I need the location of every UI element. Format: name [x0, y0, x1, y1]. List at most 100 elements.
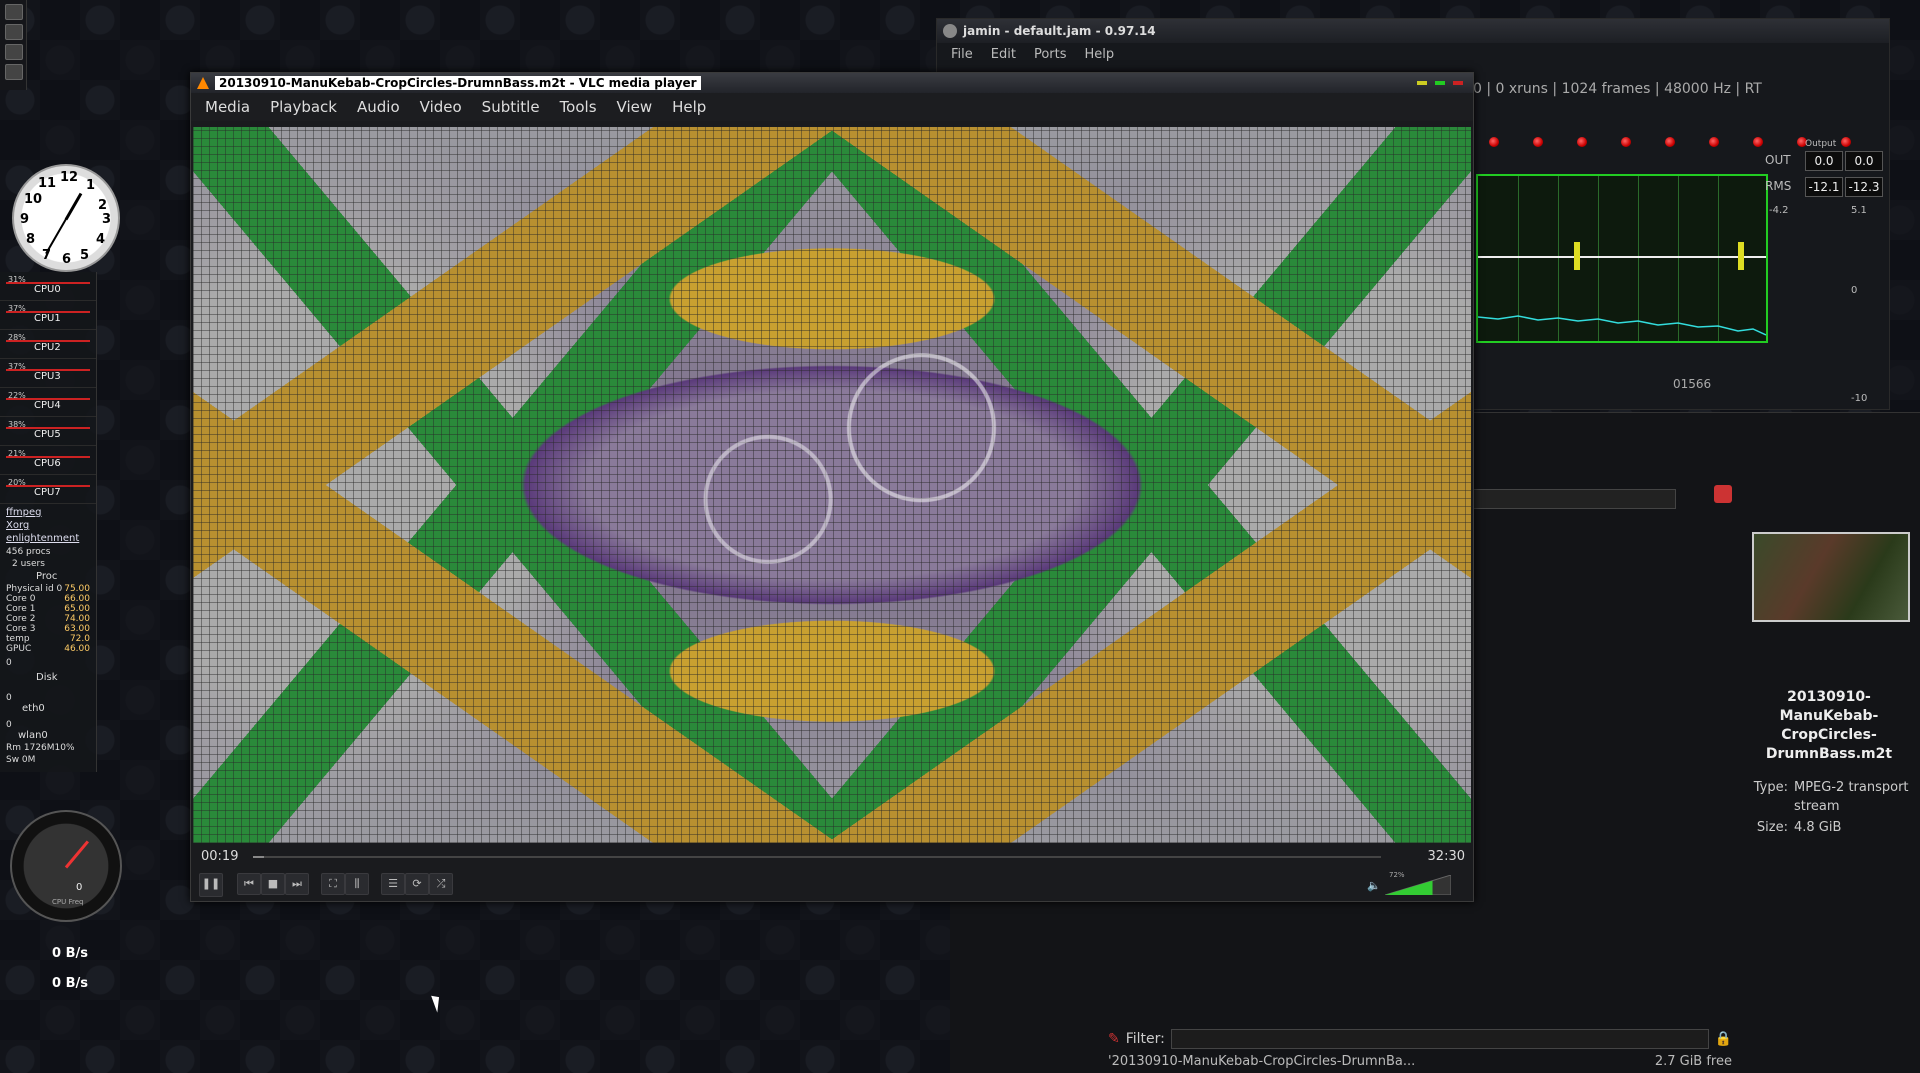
menu-audio[interactable]: Audio — [357, 98, 400, 116]
cpu-row: 37% CPU1 — [0, 301, 96, 330]
clock-number: 12 — [60, 170, 79, 185]
system-monitor: 31% CPU0 37% CPU1 28% CPU2 37% CPU3 22% CPU4 38% CP… — [0, 272, 97, 772]
search-input[interactable] — [1470, 489, 1676, 509]
cpu-label: CPU4 — [34, 400, 61, 411]
seek-track[interactable] — [253, 856, 1381, 858]
menu-media[interactable]: Media — [205, 98, 250, 116]
users-count: 2 users — [12, 559, 45, 569]
file-name: 20130910- ManuKebab- CropCircles- DrumnB… — [1752, 688, 1906, 764]
cpu-row: 38% CPU5 — [0, 417, 96, 446]
out-left-value: 0.0 — [1805, 151, 1843, 171]
file-name-line: CropCircles- — [1781, 727, 1877, 743]
band-led[interactable] — [1621, 137, 1631, 147]
menu-ports[interactable]: Ports — [1034, 47, 1067, 62]
launcher-icon[interactable] — [5, 24, 23, 40]
sensor-value: 75.00 — [64, 584, 90, 594]
clear-icon[interactable] — [1714, 485, 1732, 503]
video-frame[interactable] — [193, 127, 1471, 843]
process-item: ffmpeg — [6, 507, 42, 518]
filter-input[interactable] — [1170, 1029, 1709, 1049]
hour-hand — [64, 192, 83, 221]
size-label: Size: — [1756, 820, 1788, 835]
pause-button[interactable]: ❚❚ — [199, 873, 223, 897]
playback-controls: ❚❚ ⏮ ■ ⏭ ⛶ ⫼ ☰ ⟳ ⤮ 🔈 72% — [191, 869, 1473, 899]
cpu-freq-gauge: 0 CPU Freq — [10, 810, 122, 922]
cpu-row: 20% CPU7 — [0, 475, 96, 504]
previous-button[interactable]: ⏮ — [237, 873, 261, 895]
band-led[interactable] — [1709, 137, 1719, 147]
next-button[interactable]: ⏭ — [285, 873, 309, 895]
loop-button[interactable]: ⟳ — [405, 873, 429, 895]
file-name-line: ManuKebab- — [1779, 708, 1879, 724]
menu-help[interactable]: Help — [672, 98, 706, 116]
filter-bar: ✎ Filter: 🔒 — [1108, 1028, 1732, 1050]
extended-settings-button[interactable]: ⫼ — [345, 873, 369, 895]
minimize-button[interactable] — [1417, 81, 1427, 85]
speaker-icon[interactable]: 🔈 — [1367, 879, 1381, 892]
temperature-row: Core 0 66.00 — [0, 594, 96, 604]
seek-bar[interactable]: 00:19 32:30 — [191, 847, 1473, 865]
status-file: '20130910-ManuKebab-CropCircles-DrumnBa.… — [1108, 1054, 1416, 1069]
temperature-row: GPUC 46.00 — [0, 644, 96, 654]
playlist-button[interactable]: ☰ — [381, 873, 405, 895]
shuffle-button[interactable]: ⤮ — [429, 873, 453, 895]
cpu-label: CPU0 — [34, 284, 61, 295]
temperature-row: Core 3 63.00 — [0, 624, 96, 634]
temperature-row: Physical id 0 75.00 — [0, 584, 96, 594]
clock-number: 1 — [86, 178, 96, 193]
vlc-titlebar[interactable]: 20130910-ManuKebab-CropCircles-DrumnBass… — [191, 73, 1473, 93]
launcher-icon[interactable] — [5, 4, 23, 20]
menu-file[interactable]: File — [951, 47, 973, 62]
cpu-row: 37% CPU3 — [0, 359, 96, 388]
cpu-row: 28% CPU2 — [0, 330, 96, 359]
menu-subtitle[interactable]: Subtitle — [482, 98, 540, 116]
jamin-titlebar[interactable]: jamin - default.jam - 0.97.14 — [937, 19, 1889, 43]
clock-number: 5 — [80, 248, 90, 263]
band-led[interactable] — [1753, 137, 1763, 147]
menu-help[interactable]: Help — [1085, 47, 1115, 62]
volume-slider[interactable] — [1385, 875, 1451, 895]
sensor-value: 72.0 — [69, 634, 90, 644]
sensor-value: 46.00 — [64, 644, 90, 654]
status-bar: '20130910-ManuKebab-CropCircles-DrumnBa.… — [1108, 1054, 1732, 1069]
band-led[interactable] — [1577, 137, 1587, 147]
menu-view[interactable]: View — [617, 98, 653, 116]
close-button[interactable] — [1453, 81, 1463, 85]
menu-playback[interactable]: Playback — [270, 98, 337, 116]
band-led[interactable] — [1665, 137, 1675, 147]
volume-control[interactable]: 🔈 72% — [1367, 871, 1451, 895]
disk-zero: 0 — [6, 658, 12, 668]
launcher-icon[interactable] — [5, 64, 23, 80]
eq-plot[interactable] — [1476, 174, 1768, 343]
fullscreen-button[interactable]: ⛶ — [321, 873, 345, 895]
clock-number: 9 — [20, 212, 30, 227]
menu-tools[interactable]: Tools — [560, 98, 597, 116]
video-thumbnail[interactable] — [1752, 532, 1910, 622]
maximize-button[interactable] — [1435, 81, 1445, 85]
cpu-label: CPU2 — [34, 342, 61, 353]
lock-icon[interactable]: 🔒 — [1715, 1031, 1732, 1047]
procs-count: 456 procs — [6, 547, 51, 557]
gauge-value: 0 — [76, 882, 83, 893]
menu-video[interactable]: Video — [420, 98, 462, 116]
app-icon — [943, 24, 957, 38]
band-led[interactable] — [1841, 137, 1851, 147]
sensor-value: 74.00 — [64, 614, 90, 624]
rms-right-value: -12.3 — [1845, 177, 1883, 197]
elapsed-time: 00:19 — [201, 849, 239, 864]
sensor-value: 66.00 — [64, 594, 90, 604]
process-item: enlightenment — [6, 533, 80, 544]
eq-handle[interactable] — [1738, 242, 1744, 270]
clock-number: 8 — [26, 232, 36, 247]
out-label: OUT — [1765, 153, 1791, 167]
sensor-name: Core 3 — [6, 624, 36, 634]
stop-button[interactable]: ■ — [261, 873, 285, 895]
launcher-icon[interactable] — [5, 44, 23, 60]
menu-edit[interactable]: Edit — [991, 47, 1016, 62]
band-led[interactable] — [1489, 137, 1499, 147]
jamin-menubar: File Edit Ports Help — [937, 43, 1889, 65]
proc-section-label: Proc — [36, 571, 58, 582]
eq-handle[interactable] — [1574, 242, 1580, 270]
band-led[interactable] — [1533, 137, 1543, 147]
cpu-label: CPU5 — [34, 429, 61, 440]
